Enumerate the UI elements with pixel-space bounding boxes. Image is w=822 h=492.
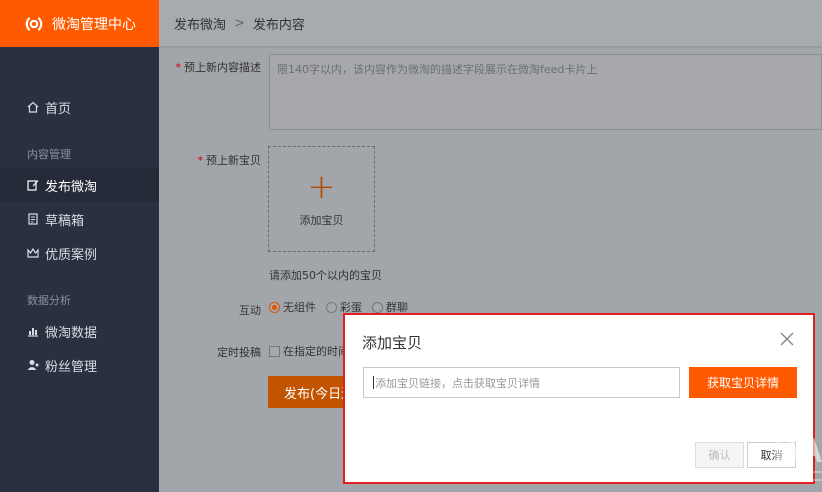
sidebar-item-stats[interactable]: 微淘数据 — [0, 314, 159, 348]
items-hint: 请添加50个以内的宝贝 — [269, 269, 382, 282]
sidebar-item-drafts[interactable]: 草稿箱 — [0, 202, 159, 236]
interaction-label: 互动 — [239, 304, 261, 317]
sidebar-item-label: 草稿箱 — [45, 213, 85, 229]
sidebar: 微淘管理中心 首页 内容管理 发布微淘 草稿箱 优质案例 数据分析 微淘数据 粉… — [0, 0, 159, 492]
add-item-dialog: 添加宝贝 添加宝贝链接，点击获取宝贝详情 获取宝贝详情 确认 取消 — [343, 313, 815, 484]
radio-button[interactable] — [326, 301, 337, 313]
sidebar-item-publish[interactable]: 发布微淘 — [0, 168, 159, 202]
schedule-label: 定时投稿 — [217, 346, 261, 359]
breadcrumb: 发布微淘 > 发布内容 — [159, 0, 822, 47]
description-label-text: 预上新内容描述 — [184, 61, 261, 74]
breadcrumb-separator: > — [234, 15, 245, 31]
items-label-text: 预上新宝贝 — [206, 154, 261, 167]
breadcrumb-current: 发布内容 — [252, 17, 305, 33]
breadcrumb-root[interactable]: 发布微淘 — [174, 14, 226, 33]
close-icon[interactable] — [780, 332, 794, 346]
plus-icon: + — [307, 167, 336, 207]
schedule-checkbox-label: 在指定的时间 — [283, 345, 349, 358]
radio-button[interactable] — [269, 301, 280, 313]
brand-title: 微淘管理中心 — [52, 16, 136, 33]
sidebar-item-fans[interactable]: 粉丝管理 — [0, 348, 159, 382]
description-textarea[interactable]: 限140字以内，该内容作为微淘的描述字段展示在微淘feed卡片上 — [269, 54, 822, 130]
sidebar-item-home[interactable]: 首页 — [0, 90, 159, 124]
radio-button[interactable] — [372, 301, 383, 313]
sidebar-item-label: 发布微淘 — [45, 179, 98, 195]
sidebar-item-label: 微淘数据 — [45, 325, 98, 341]
sidebar-item-label: 粉丝管理 — [45, 359, 98, 375]
fetch-item-details-button[interactable]: 获取宝贝详情 — [689, 367, 797, 398]
item-link-input[interactable]: 添加宝贝链接，点击获取宝贝详情 — [363, 367, 680, 398]
items-label: * 预上新宝贝 — [173, 152, 262, 168]
draft-icon — [28, 213, 38, 225]
user-icon — [27, 360, 39, 370]
radio-label: 无组件 — [283, 301, 316, 314]
add-item-label: 添加宝贝 — [299, 214, 344, 227]
home-icon — [27, 101, 39, 113]
required-mark: * — [175, 61, 182, 74]
crown-icon — [27, 247, 39, 258]
add-item-box[interactable]: + 添加宝贝 — [268, 146, 375, 252]
broadcast-logo-icon — [25, 16, 43, 31]
required-mark: * — [197, 154, 204, 167]
schedule-checkbox[interactable] — [269, 345, 280, 357]
edit-icon — [27, 180, 39, 191]
sidebar-section-data: 数据分析 — [27, 294, 71, 307]
schedule-checkbox-group[interactable]: 在指定的时间 — [269, 343, 349, 359]
description-label: * 预上新内容描述 — [173, 59, 262, 75]
text-caret — [373, 376, 374, 389]
watermark-logo-icon — [770, 430, 822, 481]
sidebar-section-content: 内容管理 — [27, 148, 71, 161]
radio-option-none[interactable]: 无组件 — [269, 299, 316, 315]
sidebar-item-label: 首页 — [45, 101, 72, 117]
brand-bar: 微淘管理中心 — [0, 0, 159, 47]
confirm-button[interactable]: 确认 — [695, 442, 744, 468]
dialog-title: 添加宝贝 — [362, 334, 423, 352]
description-placeholder: 限140字以内，该内容作为微淘的描述字段展示在微淘feed卡片上 — [277, 63, 598, 76]
sidebar-item-label: 优质案例 — [45, 247, 98, 263]
bar-chart-icon — [28, 328, 38, 337]
sidebar-item-cases[interactable]: 优质案例 — [0, 236, 159, 270]
item-link-placeholder: 添加宝贝链接，点击获取宝贝详情 — [375, 376, 540, 390]
